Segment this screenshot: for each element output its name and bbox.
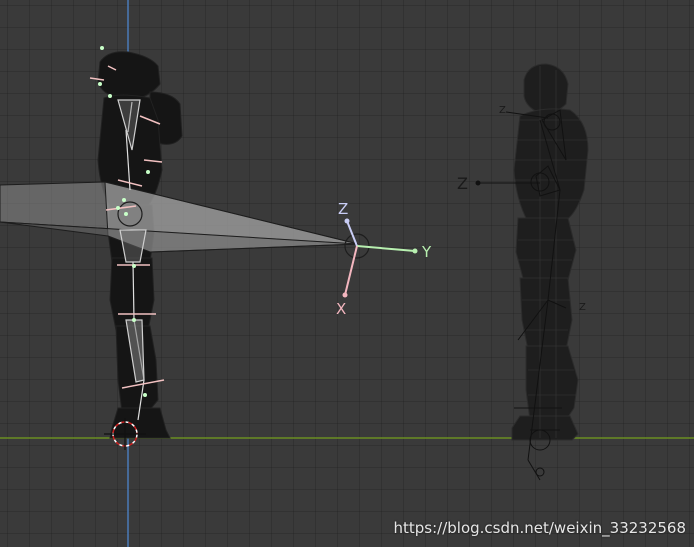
- scene-canvas[interactable]: [0, 0, 694, 547]
- right-rig-z-label-upper: Z: [499, 105, 506, 116]
- watermark-text: https://blog.csdn.net/weixin_33232568: [393, 519, 686, 537]
- right-rig-z-label-knee: Z: [579, 302, 586, 313]
- 3d-viewport[interactable]: Z Y X Z Z Z https://blog.csdn.net/weixin…: [0, 0, 694, 547]
- gizmo-z-label[interactable]: Z: [338, 202, 348, 217]
- right-character-mesh[interactable]: [511, 63, 589, 441]
- selected-bone[interactable]: [0, 181, 359, 253]
- gizmo-y-label[interactable]: Y: [422, 245, 431, 260]
- right-rig-z-label-large: Z: [457, 174, 468, 193]
- transform-gizmo[interactable]: [342, 218, 418, 298]
- gizmo-y-axis[interactable]: [356, 245, 416, 252]
- gizmo-x-label[interactable]: X: [336, 302, 346, 317]
